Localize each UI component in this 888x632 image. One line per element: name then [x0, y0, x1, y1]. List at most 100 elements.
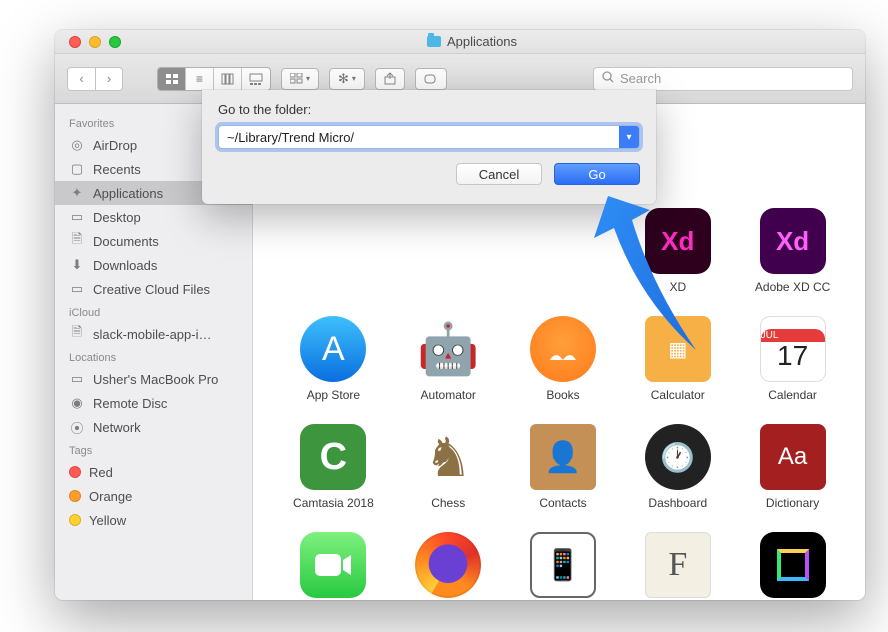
app-label: Calculator: [651, 388, 705, 402]
gallery-view-button[interactable]: [242, 68, 270, 90]
chess-icon: ♞: [415, 424, 481, 490]
app-item[interactable]: ▦ Calculator: [625, 316, 730, 402]
list-view-button[interactable]: ≡: [186, 68, 214, 90]
sidebar-item[interactable]: ▭Creative Cloud Files: [55, 277, 252, 301]
tag-dot-icon: [69, 490, 81, 502]
app-label: Books: [546, 388, 579, 402]
app-item[interactable]: XdXD: [625, 208, 730, 294]
app-item[interactable]: ♞ Chess: [396, 424, 501, 510]
arrange-button[interactable]: ▾: [281, 68, 319, 90]
sidebar-item-label: Yellow: [89, 513, 126, 528]
app-item[interactable]: Firefox: [396, 532, 501, 600]
grid-small-icon: [290, 73, 303, 84]
calculator-icon: ▦: [645, 316, 711, 382]
app-item[interactable]: CCamtasia 2018: [281, 424, 386, 510]
tag-icon: [424, 73, 438, 85]
sidebar-item-label: Downloads: [93, 258, 157, 273]
search-icon: [602, 71, 614, 86]
app-label: Chess: [431, 496, 465, 510]
go-to-folder-dialog: Go to the folder: ▾ Cancel Go: [202, 90, 656, 204]
sidebar-item[interactable]: Yellow: [55, 508, 252, 532]
sidebar-item-label: Red: [89, 465, 113, 480]
folder-path-input[interactable]: [219, 130, 619, 145]
sidebar-header: iCloud: [55, 301, 252, 322]
dashboard-icon: 🕐: [645, 424, 711, 490]
view-mode-segment: ≡: [157, 67, 271, 91]
airdrop-icon: ◎: [69, 138, 85, 152]
books-icon: [530, 316, 596, 382]
titlebar: Applications: [55, 30, 865, 54]
disc-icon: ◉: [69, 396, 85, 410]
sidebar-header: Locations: [55, 346, 252, 367]
firefox-icon: [415, 532, 481, 598]
sidebar-item-label: slack-mobile-app-i…: [93, 327, 211, 342]
cancel-button[interactable]: Cancel: [456, 163, 542, 185]
search-field[interactable]: Search: [593, 67, 853, 91]
action-button[interactable]: ✻ ▾: [329, 68, 365, 90]
go-button[interactable]: Go: [554, 163, 640, 185]
documents-icon: 🗎: [69, 234, 85, 248]
app-label: Automator: [421, 388, 476, 402]
gear-icon: ✻: [338, 71, 349, 87]
tag-dot-icon: [69, 466, 81, 478]
sidebar-item[interactable]: Red: [55, 460, 252, 484]
file-icon: 🗎: [69, 327, 85, 341]
dialog-buttons: Cancel Go: [218, 163, 640, 185]
sidebar-item[interactable]: ◉Remote Disc: [55, 391, 252, 415]
app-label: Calendar: [768, 388, 817, 402]
tag-button[interactable]: [415, 68, 447, 90]
sidebar-item-label: AirDrop: [93, 138, 137, 153]
app-item[interactable]: FaceTime: [281, 532, 386, 600]
sidebar-item[interactable]: ⦿Network: [55, 415, 252, 439]
app-item[interactable]: FFont Book: [625, 532, 730, 600]
nav-buttons: ‹ ›: [67, 67, 123, 91]
recents-icon: ▢: [69, 162, 85, 176]
grid-icon: [165, 73, 179, 85]
sidebar-item-label: Orange: [89, 489, 132, 504]
share-button[interactable]: [375, 68, 405, 90]
dictionary-icon: Aa: [760, 424, 826, 490]
column-view-button[interactable]: [214, 68, 242, 90]
desktop-icon: ▭: [69, 210, 85, 224]
sidebar-item-label: Applications: [93, 186, 163, 201]
sidebar-item-label: Usher's MacBook Pro: [93, 372, 218, 387]
sidebar-item[interactable]: ▭Usher's MacBook Pro: [55, 367, 252, 391]
sidebar-item[interactable]: 🗎 Documents: [55, 229, 252, 253]
tag-dot-icon: [69, 514, 81, 526]
folder-path-combo[interactable]: ▾: [218, 125, 640, 149]
app-label: XD: [669, 280, 686, 294]
app-item[interactable]: 👤 Contacts: [511, 424, 616, 510]
app-item[interactable]: 🤖Automator: [396, 316, 501, 402]
app-item[interactable]: JUL17 Calendar: [740, 316, 845, 402]
window-title: Applications: [79, 34, 865, 49]
sidebar-item-label: Documents: [93, 234, 159, 249]
contacts-icon: 👤: [530, 424, 596, 490]
sidebar-item-label: Network: [93, 420, 141, 435]
giphy-icon: [760, 532, 826, 598]
back-button[interactable]: ‹: [67, 67, 95, 91]
app-label: Contacts: [539, 496, 586, 510]
icon-view-button[interactable]: [158, 68, 186, 90]
forward-button[interactable]: ›: [95, 67, 123, 91]
app-item[interactable]: Books: [511, 316, 616, 402]
app-item[interactable]: GIPHY CAPTURE: [740, 532, 845, 600]
app-item[interactable]: 🕐Dashboard: [625, 424, 730, 510]
sidebar-item[interactable]: ⬇Downloads: [55, 253, 252, 277]
apps-icon: ✦: [69, 186, 85, 200]
fontbook-icon: F: [645, 532, 711, 598]
app-item[interactable]: 📱Fix My iPhone: [511, 532, 616, 600]
title-text: Applications: [447, 34, 517, 49]
app-item[interactable]: Aa Dictionary: [740, 424, 845, 510]
sidebar-item[interactable]: ▭ Desktop: [55, 205, 252, 229]
sidebar-item[interactable]: 🗎 slack-mobile-app-i…: [55, 322, 252, 346]
sidebar-item-label: Recents: [93, 162, 141, 177]
sidebar-item-label: Desktop: [93, 210, 141, 225]
sidebar-item[interactable]: Orange: [55, 484, 252, 508]
facetime-icon: [300, 532, 366, 598]
calendar-icon: JUL17: [760, 316, 826, 382]
app-label: Dictionary: [766, 496, 819, 510]
app-item[interactable]: XdAdobe XD CC: [740, 208, 845, 294]
app-item[interactable]: AApp Store: [281, 316, 386, 402]
dropdown-button[interactable]: ▾: [619, 126, 639, 148]
fixphone-icon: 📱: [530, 532, 596, 598]
